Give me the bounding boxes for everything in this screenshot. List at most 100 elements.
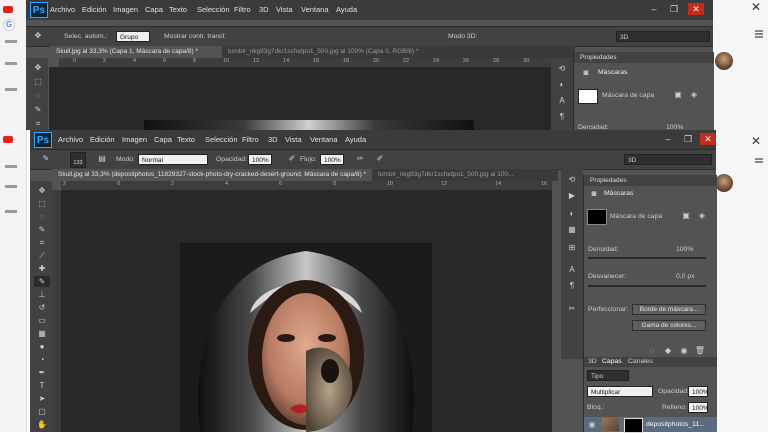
- tab-channels[interactable]: Canales: [628, 358, 653, 365]
- path-select-icon[interactable]: ➤: [34, 393, 50, 404]
- history-icon[interactable]: ⟲: [556, 64, 568, 74]
- menu-ayuda[interactable]: Ayuda: [345, 135, 366, 144]
- close-icon[interactable]: ✕: [751, 134, 761, 148]
- actions-icon[interactable]: ▶: [566, 191, 578, 201]
- menu-ventana[interactable]: Ventana: [301, 5, 329, 14]
- restore-icon[interactable]: ❐: [680, 133, 696, 145]
- blur-tool-icon[interactable]: ●: [34, 341, 50, 352]
- history-brush-icon[interactable]: ↺: [34, 302, 50, 313]
- menu-ventana[interactable]: Ventana: [310, 135, 338, 144]
- brush-panel-icon[interactable]: ▤: [96, 154, 108, 164]
- opacity-field[interactable]: 100%: [248, 154, 272, 165]
- color-range-button[interactable]: Gama de colores...: [632, 320, 706, 331]
- paragraph-icon[interactable]: ¶: [556, 112, 568, 122]
- type-tool-icon[interactable]: T: [34, 380, 50, 391]
- tab-tumblr[interactable]: tumblr_nkg93g7dkr1scfodpo1_500.jpg al 10…: [222, 46, 448, 58]
- layer-filter-dropdown[interactable]: Tipo: [587, 370, 629, 381]
- menu-capa[interactable]: Capa: [154, 135, 172, 144]
- adjust-icon[interactable]: ◐: [556, 80, 568, 90]
- close-icon[interactable]: ✕: [688, 3, 704, 15]
- layer-fill-field[interactable]: 100%: [688, 402, 709, 413]
- youtube-icon[interactable]: [3, 136, 13, 143]
- visibility-icon[interactable]: ◉: [678, 346, 690, 356]
- tab-skull[interactable]: Skull.jpg al 33,3% (depositphotos_118293…: [52, 169, 376, 181]
- lasso-tool-icon[interactable]: ◌: [34, 211, 50, 222]
- menu-filtro[interactable]: Filtro: [242, 135, 259, 144]
- pressure-opacity-icon[interactable]: ✐: [286, 154, 298, 164]
- brush-tool-icon[interactable]: ✎: [40, 154, 52, 164]
- tab-skull[interactable]: Skull.jpg al 33,3% (Capa 1, Máscara de c…: [50, 46, 226, 58]
- pen-tool-icon[interactable]: ✒: [34, 367, 50, 378]
- quick-select-tool-icon[interactable]: ✎: [34, 224, 50, 235]
- restore-icon[interactable]: ❐: [666, 3, 682, 15]
- minimize-icon[interactable]: –: [660, 133, 676, 145]
- menu-vista[interactable]: Vista: [285, 135, 302, 144]
- workspace-dropdown[interactable]: 3D: [624, 154, 712, 165]
- menu-imagen[interactable]: Imagen: [122, 135, 147, 144]
- marquee-tool-icon[interactable]: ⬚: [30, 76, 46, 87]
- density-slider[interactable]: [588, 257, 706, 259]
- flow-field[interactable]: 100%: [320, 154, 344, 165]
- eyedropper-tool-icon[interactable]: ⟋: [34, 250, 50, 261]
- youtube-icon[interactable]: [3, 6, 13, 13]
- lasso-tool-icon[interactable]: ◌: [30, 90, 46, 101]
- clone-stamp-icon[interactable]: ⊥: [34, 289, 50, 300]
- tab-tumblr[interactable]: tumblr_nkg93g7dkr1scfodpo1_500.jpg al 10…: [372, 169, 558, 181]
- menu-edicion[interactable]: Edición: [90, 135, 115, 144]
- menu-seleccion[interactable]: Selección: [205, 135, 238, 144]
- layer-name[interactable]: depositphotos_11...: [646, 421, 705, 428]
- tab-layers[interactable]: Capas: [602, 358, 622, 365]
- menu-imagen[interactable]: Imagen: [113, 5, 138, 14]
- close-icon[interactable]: ✕: [751, 0, 761, 14]
- minimize-icon[interactable]: –: [646, 3, 662, 15]
- google-icon[interactable]: G: [3, 19, 15, 31]
- airbrush-icon[interactable]: ✑: [354, 154, 366, 164]
- canvas-area[interactable]: [49, 67, 575, 130]
- brush-size-picker[interactable]: 133: [70, 152, 86, 168]
- blend-mode-dropdown[interactable]: Normal: [138, 154, 208, 165]
- layer-blend-mode[interactable]: Multiplicar: [587, 386, 653, 397]
- layer-opacity-field[interactable]: 100%: [688, 386, 709, 397]
- menu-texto[interactable]: Texto: [169, 5, 187, 14]
- pressure-size-icon[interactable]: ✐: [374, 154, 386, 164]
- healing-brush-icon[interactable]: ✚: [34, 263, 50, 274]
- avatar[interactable]: [715, 52, 733, 70]
- visibility-icon[interactable]: ◉: [586, 420, 598, 430]
- menu-capa[interactable]: Capa: [145, 5, 163, 14]
- paragraph-icon[interactable]: ¶: [566, 281, 578, 291]
- marquee-tool-icon[interactable]: ⬚: [34, 198, 50, 209]
- auto-select-dropdown[interactable]: Grupo: [116, 31, 150, 42]
- pixel-mask-icon[interactable]: ▣: [680, 211, 692, 221]
- close-icon[interactable]: ✕: [700, 133, 716, 145]
- gradient-tool-icon[interactable]: ▦: [34, 328, 50, 339]
- menu-3d[interactable]: 3D: [259, 5, 269, 14]
- dodge-tool-icon[interactable]: ◔: [34, 354, 50, 365]
- menu-edicion[interactable]: Edición: [82, 5, 107, 14]
- workspace-dropdown[interactable]: 3D: [616, 31, 710, 42]
- mask-edge-button[interactable]: Borde de máscara...: [632, 304, 706, 315]
- avatar[interactable]: [715, 174, 733, 192]
- menu-archivo[interactable]: Archivo: [58, 135, 83, 144]
- vector-mask-icon[interactable]: ◈: [696, 211, 708, 221]
- color-icon[interactable]: ◐: [566, 209, 578, 219]
- layer-row[interactable]: ◉ depositphotos_11...: [584, 417, 717, 433]
- load-selection-icon[interactable]: ◌: [646, 346, 658, 356]
- shape-tool-icon[interactable]: ▢: [34, 406, 50, 417]
- menu-filtro[interactable]: Filtro: [234, 5, 251, 14]
- tool-presets-icon[interactable]: ✂: [566, 304, 578, 314]
- mask-thumbnail[interactable]: [587, 209, 607, 225]
- menu-3d[interactable]: 3D: [268, 135, 278, 144]
- swatches-icon[interactable]: ▦: [566, 225, 578, 235]
- hand-tool-icon[interactable]: ✋: [34, 419, 50, 430]
- delete-icon[interactable]: 🗑: [694, 346, 706, 356]
- menu-ayuda[interactable]: Ayuda: [336, 5, 357, 14]
- vector-mask-icon[interactable]: ◈: [688, 90, 700, 100]
- move-tool-icon[interactable]: ✥: [30, 62, 46, 73]
- move-tool-icon[interactable]: ✥: [34, 185, 50, 196]
- density-value[interactable]: 100%: [676, 246, 693, 253]
- canvas-area[interactable]: [61, 190, 552, 432]
- quick-select-tool-icon[interactable]: ✎: [30, 104, 46, 115]
- layer-mask-thumbnail[interactable]: [624, 418, 643, 433]
- character-icon[interactable]: A: [556, 96, 568, 106]
- feather-value[interactable]: 0,0 px: [676, 273, 695, 280]
